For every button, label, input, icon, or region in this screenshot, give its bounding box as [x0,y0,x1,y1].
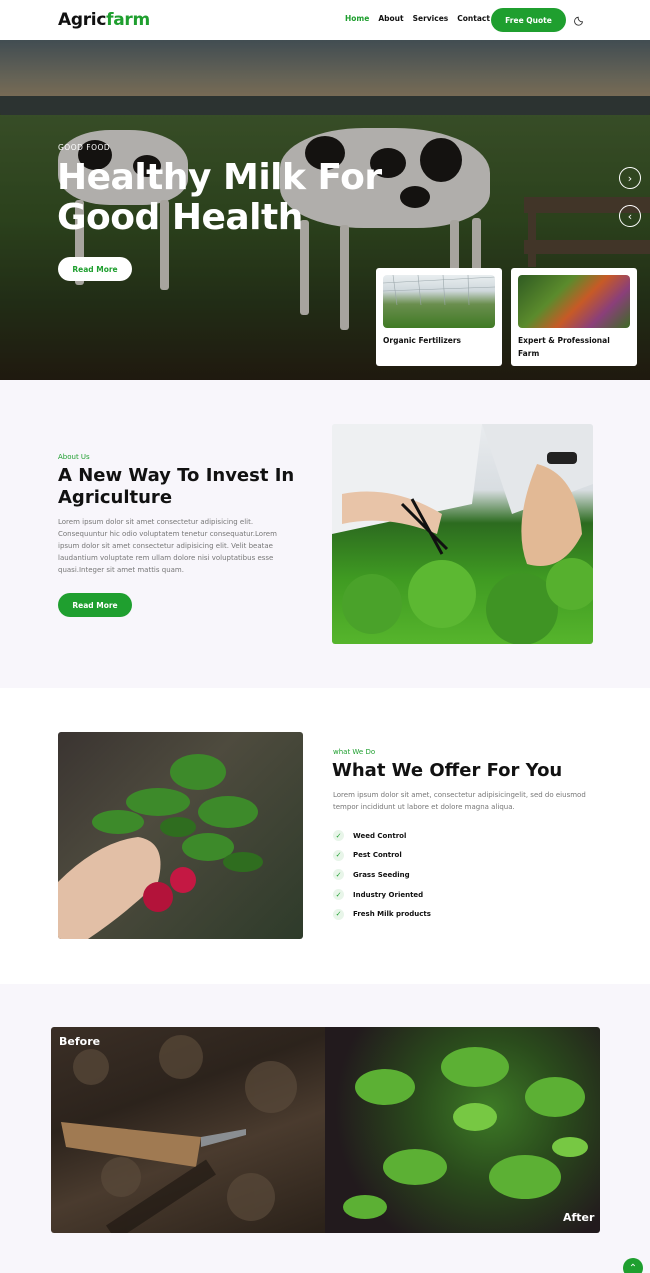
after-plants-image [325,1027,600,1233]
before-after-section: Before After [0,984,650,1273]
services-list: ✓ Weed Control ✓ Pest Control ✓ Grass Se… [333,826,431,924]
list-item: ✓ Pest Control [333,846,431,866]
offer-eyebrow: what We Do [333,748,376,756]
moon-icon[interactable] [574,14,586,26]
check-icon: ✓ [333,830,344,842]
about-text: Lorem ipsum dolor sit amet consectetur a… [58,518,277,574]
offer-text: Lorem ipsum dolor sit amet, consectetur … [333,791,586,811]
chevron-right-icon: › [627,171,633,185]
nav-item-about[interactable]: About [378,14,403,23]
list-item: ✓ Industry Oriented [333,885,431,905]
list-item: ✓ Grass Seeding [333,865,431,885]
about-section: About Us A New Way To Invest In Agricult… [0,380,650,688]
logo[interactable]: Agricfarm [58,10,150,30]
microgreens-harvest-image [332,424,593,644]
service-label: Grass Seeding [353,870,410,879]
after-label: After [563,1211,595,1224]
check-icon: ✓ [333,869,344,881]
service-label: Fresh Milk products [353,910,431,919]
nav-item-home[interactable]: Home [345,14,369,23]
logo-text-accent: farm [106,10,150,30]
service-label: Pest Control [353,851,402,860]
slider-prev-button[interactable]: ‹ [619,205,641,227]
hero-read-more-button[interactable]: Read More [58,257,132,281]
chevron-left-icon: ‹ [627,209,633,223]
nav-item-services[interactable]: Services [413,14,449,23]
hero-slider: GOOD FOOD Healthy Milk For Good Health R… [0,40,650,380]
check-icon: ✓ [333,889,344,901]
slider-next-button[interactable]: › [619,167,641,189]
free-quote-button[interactable]: Free Quote [491,8,566,32]
service-card-expert-farm[interactable]: Expert & Professional Farm [511,268,637,366]
hero-title: Healthy Milk For Good Health [57,157,382,238]
radish-hand-image [58,732,303,939]
service-label: Weed Control [353,831,407,840]
vegetables-image [518,275,630,328]
greenhouse-image [383,275,495,328]
service-card-label: Organic Fertilizers [383,336,461,345]
logo-text-primary: Agric [58,10,107,30]
nav-item-contact[interactable]: Contact [457,14,490,23]
about-read-more-button[interactable]: Read More [58,593,132,617]
chevron-up-icon: ⌃ [628,1262,638,1273]
check-icon: ✓ [333,849,344,861]
hero-tagline: GOOD FOOD [58,143,111,152]
main-nav: Home About Services Contact [345,14,490,23]
about-eyebrow: About Us [58,453,90,461]
before-label: Before [59,1035,101,1048]
before-soil-image [51,1027,325,1233]
before-after-slider[interactable]: Before After [51,1027,600,1233]
about-title: A New Way To Invest In Agriculture [58,465,295,508]
offer-section: what We Do What We Offer For You Lorem i… [0,688,650,984]
check-icon: ✓ [333,908,344,920]
site-header: Agricfarm Home About Services Contact Fr… [0,0,650,40]
service-card-label: Expert & Professional Farm [518,336,610,358]
offer-title: What We Offer For You [332,760,563,781]
list-item: ✓ Fresh Milk products [333,904,431,924]
list-item: ✓ Weed Control [333,826,431,846]
service-card-fertilizers[interactable]: Organic Fertilizers [376,268,502,366]
scroll-to-top-button[interactable]: ⌃ [623,1258,643,1273]
service-label: Industry Oriented [353,890,424,899]
